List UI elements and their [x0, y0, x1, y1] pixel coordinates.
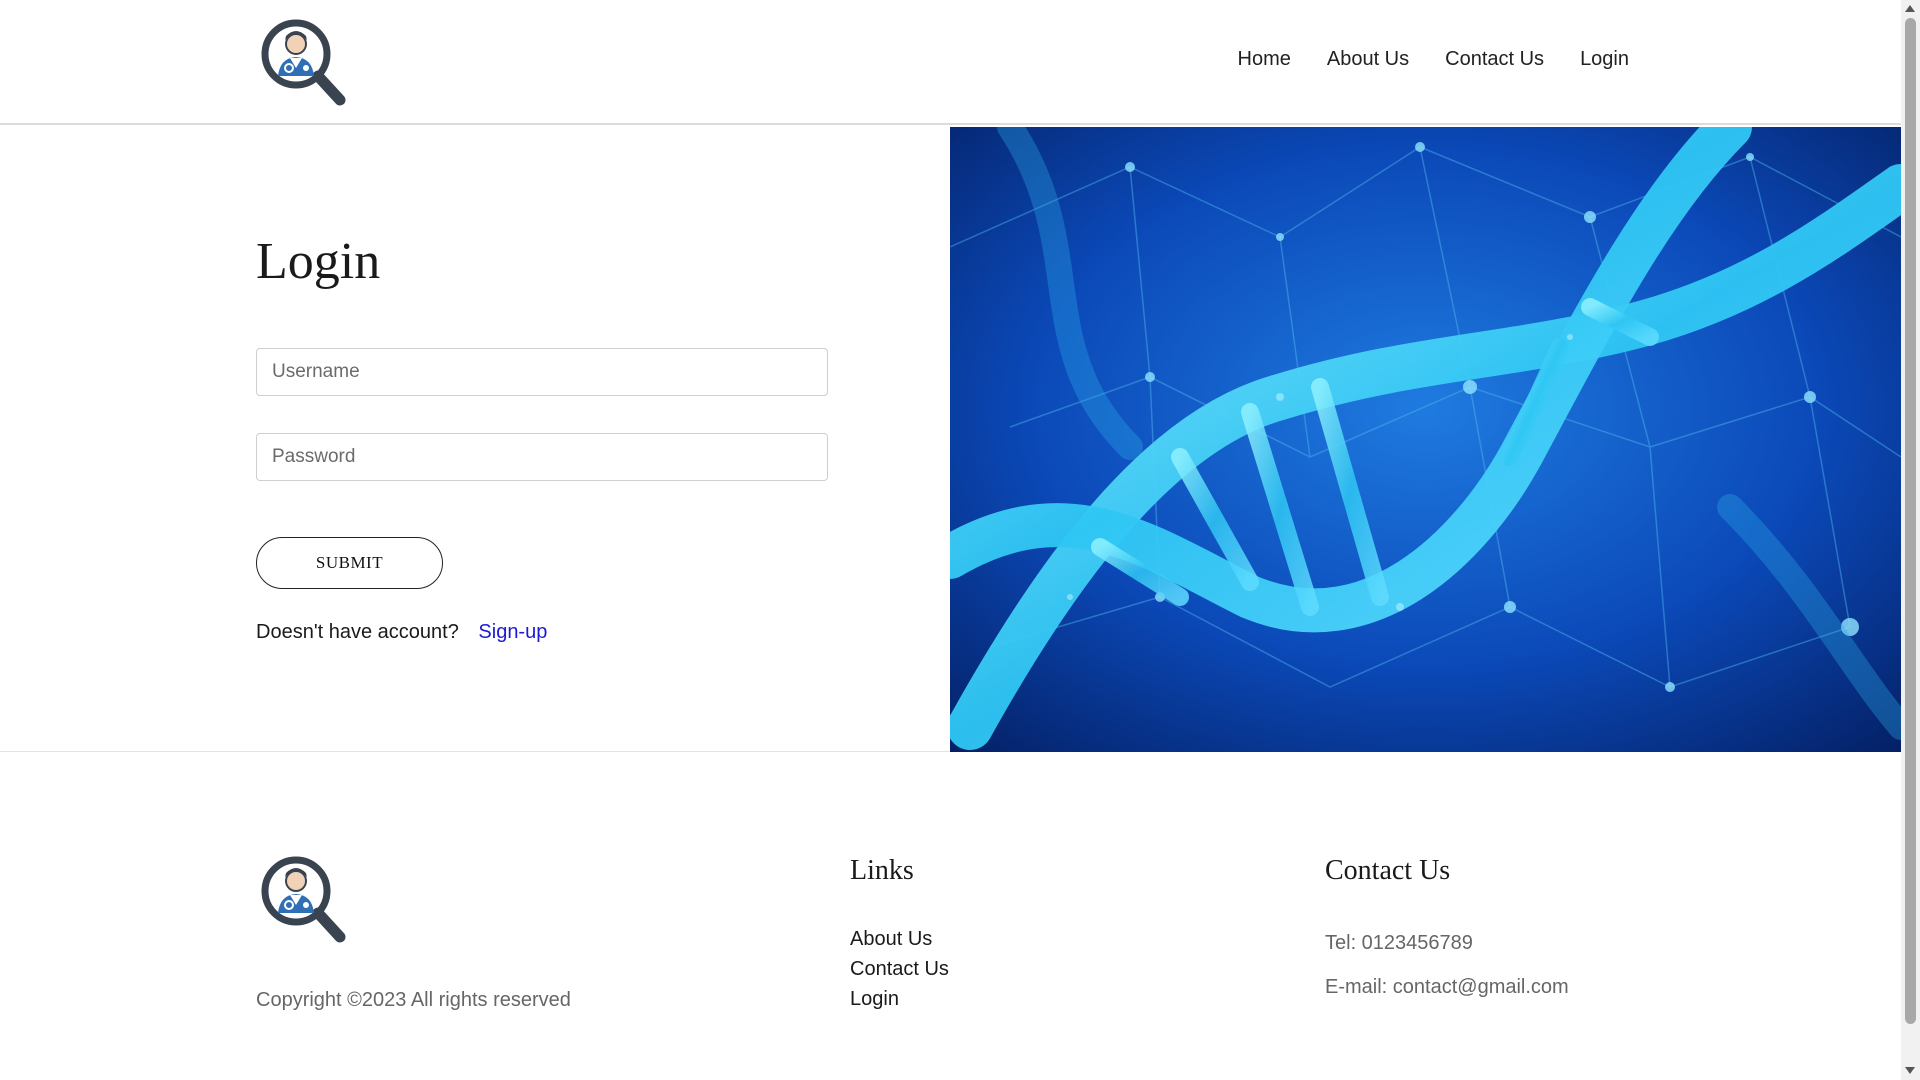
submit-button[interactable]: SUBMIT [256, 537, 443, 589]
page-title: Login [256, 233, 381, 290]
scrollbar[interactable] [1901, 0, 1920, 1080]
nav-contact-us[interactable]: Contact Us [1445, 48, 1544, 71]
footer-link-contact-us[interactable]: Contact Us [850, 958, 949, 981]
contact-heading: Contact Us [1325, 855, 1451, 886]
footer-link-login[interactable]: Login [850, 988, 949, 1011]
footer-links: About Us Contact Us Login [850, 928, 949, 1011]
scroll-up-icon[interactable] [1905, 5, 1915, 12]
copyright-text: Copyright ©2023 All rights reserved [256, 989, 571, 1011]
scroll-thumb[interactable] [1905, 18, 1916, 1024]
footer-logo-icon[interactable] [256, 851, 352, 947]
password-input[interactable] [256, 433, 828, 481]
links-heading: Links [850, 855, 914, 886]
login-section: Login SUBMIT Doesn't have account? Sign-… [0, 127, 1901, 752]
page: Home About Us Contact Us Login Login SUB… [0, 0, 1920, 1080]
dna-helix-image [950, 127, 1901, 752]
username-input[interactable] [256, 348, 828, 396]
main-nav: Home About Us Contact Us Login [1238, 48, 1630, 71]
signup-prompt: Doesn't have account? Sign-up [256, 621, 547, 644]
scroll-down-icon[interactable] [1905, 1067, 1915, 1074]
no-account-text: Doesn't have account? [256, 621, 459, 643]
nav-login[interactable]: Login [1580, 48, 1629, 71]
nav-about-us[interactable]: About Us [1327, 48, 1409, 71]
site-header: Home About Us Contact Us Login [0, 0, 1901, 125]
nav-home[interactable]: Home [1238, 48, 1291, 71]
contact-email: E-mail: contact@gmail.com [1325, 976, 1569, 998]
site-footer: Copyright ©2023 All rights reserved Link… [0, 752, 1901, 1080]
footer-link-about-us[interactable]: About Us [850, 928, 949, 951]
signup-link[interactable]: Sign-up [478, 621, 547, 643]
contact-tel: Tel: 0123456789 [1325, 932, 1473, 954]
logo-icon[interactable] [256, 14, 352, 110]
